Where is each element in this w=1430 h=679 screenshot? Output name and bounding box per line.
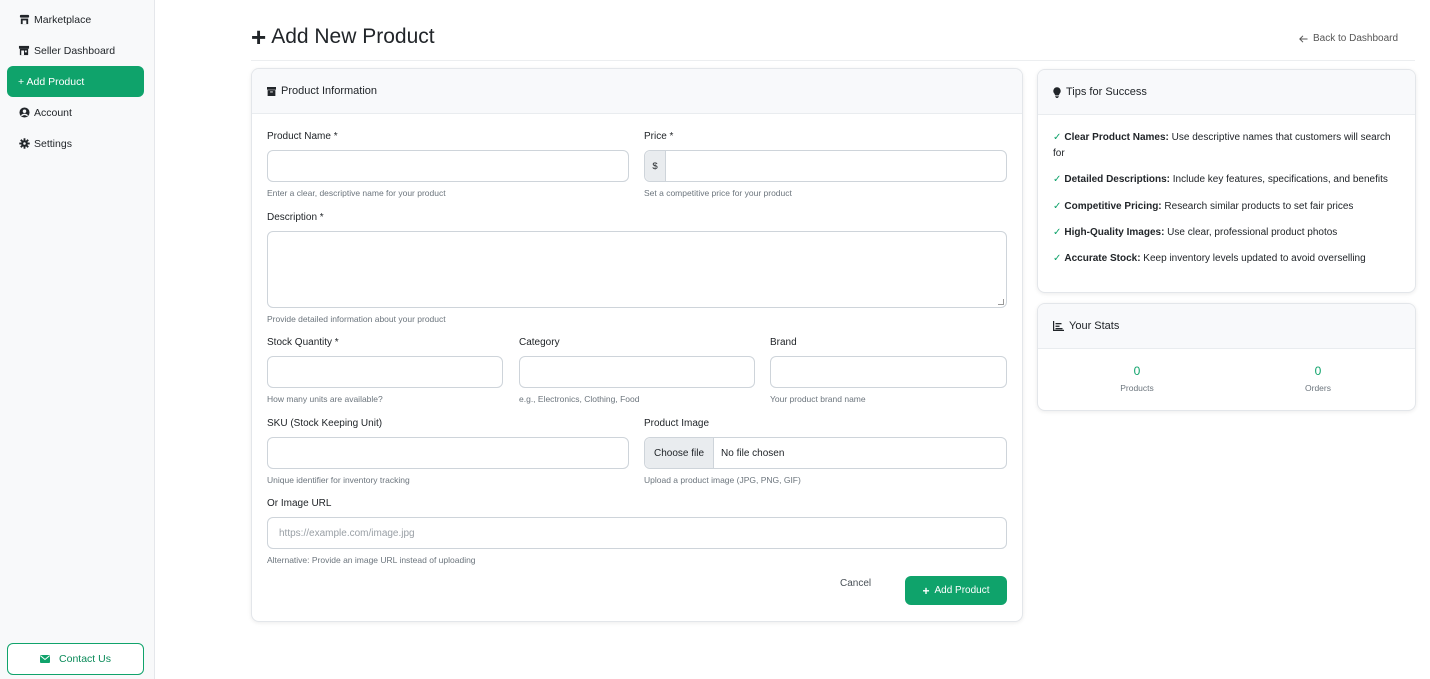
check-icon: ✓: [1053, 227, 1062, 238]
plus-icon: +: [922, 583, 930, 598]
product-image-label: Product Image: [644, 418, 710, 429]
description-hint: Provide detailed information about your …: [267, 314, 446, 324]
tip-item: ✓ Clear Product Names: Use descriptive na…: [1053, 132, 1391, 159]
lightbulb-icon: [1053, 86, 1061, 98]
description-textarea[interactable]: [267, 231, 1007, 308]
sidebar: Marketplace Seller Dashboard + Add Produ…: [0, 0, 155, 679]
sidebar-item-seller-dashboard[interactable]: Seller Dashboard: [7, 35, 144, 66]
product-image-file-input[interactable]: Choose file No file chosen: [644, 437, 1007, 469]
gear-icon: [18, 138, 30, 150]
tip-item: ✓ Accurate Stock: Keep inventory levels u…: [1053, 251, 1398, 267]
add-product-label: Add Product: [934, 585, 990, 596]
card-header: Your Stats: [1038, 304, 1415, 349]
check-icon: ✓: [1053, 253, 1062, 264]
header-divider: [251, 60, 1415, 61]
product-name-hint: Enter a clear, descriptive name for your…: [267, 188, 446, 198]
image-url-placeholder: https://example.com/image.jpg: [279, 527, 415, 539]
products-label: Products: [1120, 383, 1154, 393]
product-image-hint: Upload a product image (JPG, PNG, GIF): [644, 475, 801, 485]
envelope-icon: [40, 655, 51, 663]
tips-card: Tips for Success ✓ Clear Product Names: U…: [1037, 69, 1416, 293]
resize-handle[interactable]: [998, 299, 1004, 305]
sidebar-item-add-product[interactable]: + Add Product: [7, 66, 144, 97]
orders-label: Orders: [1305, 383, 1331, 393]
back-to-dashboard-link[interactable]: Back to Dashboard: [1299, 33, 1398, 44]
price-hint: Set a competitive price for your product: [644, 188, 792, 198]
store-icon: [18, 14, 30, 26]
description-label: Description *: [267, 212, 324, 223]
product-information-card: Product Information Product Name * Enter…: [251, 68, 1023, 622]
user-circle-icon: [18, 107, 30, 119]
stock-quantity-input[interactable]: [267, 356, 503, 388]
page-title-text: Add New Product: [271, 25, 435, 48]
check-icon: ✓: [1053, 174, 1062, 185]
tip-item: ✓ Competitive Pricing: Research similar p…: [1053, 199, 1398, 215]
choose-file-button[interactable]: Choose file: [645, 438, 715, 468]
sidebar-item-label: Marketplace: [34, 13, 92, 26]
sidebar-item-label: Account: [34, 106, 72, 119]
tip-item: ✓ High-Quality Images: Use clear, profess…: [1053, 225, 1398, 241]
stats-card: Your Stats 0 Products 0 Orders: [1037, 303, 1416, 411]
page-title: + Add New Product: [251, 24, 435, 50]
stock-quantity-label: Stock Quantity *: [267, 337, 339, 348]
category-hint: e.g., Electronics, Clothing, Food: [519, 394, 640, 404]
sidebar-item-label: + Add Product: [18, 75, 85, 88]
currency-prefix: $: [645, 151, 666, 181]
brand-input[interactable]: [770, 356, 1007, 388]
check-icon: ✓: [1053, 201, 1062, 212]
image-url-label: Or Image URL: [267, 498, 332, 509]
stock-quantity-hint: How many units are available?: [267, 394, 383, 404]
sidebar-item-settings[interactable]: Settings: [7, 128, 144, 159]
sidebar-item-account[interactable]: Account: [7, 97, 144, 128]
sku-input[interactable]: [267, 437, 629, 469]
products-count: 0: [1133, 364, 1141, 378]
file-status: No file chosen: [721, 447, 785, 459]
card-title: Product Information: [281, 85, 377, 97]
contact-us-label: Contact Us: [59, 653, 111, 665]
sidebar-item-marketplace[interactable]: Marketplace: [7, 4, 144, 35]
category-label: Category: [519, 337, 560, 348]
image-url-hint: Alternative: Provide an image URL instea…: [267, 555, 476, 565]
card-header: Product Information: [252, 69, 1022, 114]
tip-item: ✓ Detailed Descriptions: Include key feat…: [1053, 172, 1398, 188]
brand-hint: Your product brand name: [770, 394, 866, 404]
card-header: Tips for Success: [1038, 70, 1415, 115]
category-input[interactable]: [519, 356, 755, 388]
brand-label: Brand: [770, 337, 797, 348]
back-link-label: Back to Dashboard: [1313, 33, 1399, 44]
sidebar-item-label: Settings: [34, 137, 72, 150]
plus-icon: +: [251, 22, 267, 52]
product-name-input[interactable]: [267, 150, 629, 182]
sku-hint: Unique identifier for inventory tracking: [267, 475, 410, 485]
price-label: Price *: [644, 131, 674, 142]
chart-icon: [1053, 321, 1064, 331]
box-icon: [267, 86, 276, 96]
contact-us-button[interactable]: Contact Us: [7, 643, 144, 675]
card-title: Your Stats: [1069, 320, 1120, 332]
arrow-left-icon: [1299, 34, 1308, 43]
check-icon: ✓: [1053, 132, 1062, 143]
card-title: Tips for Success: [1066, 86, 1147, 98]
orders-count: 0: [1314, 364, 1322, 378]
shop-icon: [18, 45, 30, 57]
add-product-button[interactable]: + Add Product: [905, 576, 1007, 605]
cancel-button[interactable]: Cancel: [840, 578, 871, 589]
price-input[interactable]: $: [644, 150, 1007, 182]
sku-label: SKU (Stock Keeping Unit): [267, 418, 383, 429]
sidebar-item-label: Seller Dashboard: [34, 44, 116, 57]
product-name-label: Product Name *: [267, 131, 338, 142]
image-url-input[interactable]: https://example.com/image.jpg: [267, 517, 1007, 549]
